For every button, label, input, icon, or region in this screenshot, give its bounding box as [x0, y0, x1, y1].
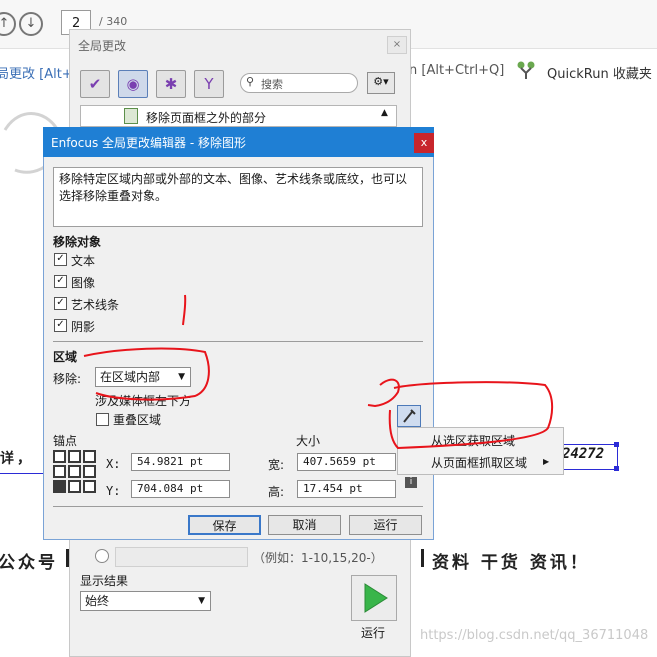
annotation-circle-menu — [388, 381, 554, 450]
annotation-number-2 — [367, 378, 400, 408]
annotation-circle-remove — [83, 347, 210, 401]
annotation-mark-1 — [182, 294, 187, 326]
red-annotation-overlay — [83, 294, 554, 450]
